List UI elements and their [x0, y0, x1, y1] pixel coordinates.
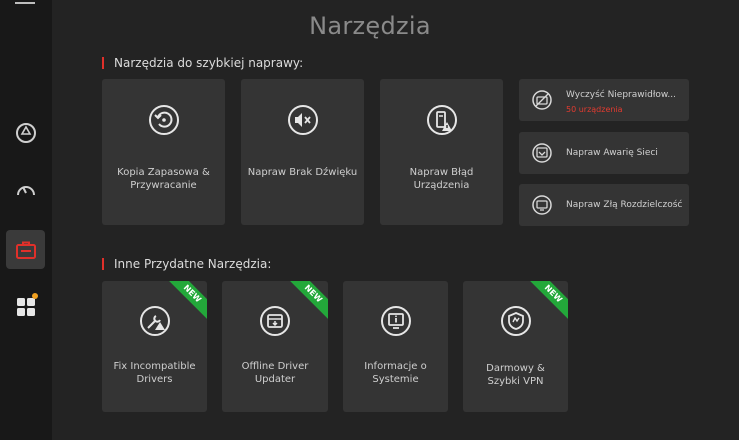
tool-card-label: Wyczyść Nieprawidłow... — [566, 90, 677, 100]
section-title-quick-fix: Narzędzia do szybkiej naprawy: — [102, 57, 303, 69]
tool-card-label: Fix Incompatible Drivers — [113, 361, 196, 385]
sidebar — [0, 0, 52, 440]
network-icon — [532, 143, 552, 163]
tool-card-device-error[interactable]: Napraw Błąd Urządzenia — [380, 79, 503, 225]
tool-card-label: Napraw Złą Rozdzielczość — [566, 200, 683, 210]
tool-card-invalid-devices[interactable]: Wyczyść Nieprawidłow... 50 urządzenia — [519, 79, 689, 121]
toolbox-icon — [15, 241, 36, 259]
system-info-icon — [380, 305, 412, 341]
invalid-device-icon — [532, 90, 552, 110]
sidebar-item-tools[interactable] — [6, 230, 45, 269]
scan-icon — [15, 122, 36, 143]
tool-card-system-info[interactable]: Informacje o Systemie — [343, 281, 448, 412]
wrench-warning-icon — [139, 305, 171, 341]
tool-card-backup[interactable]: Kopia Zapasowa & Przywracanie — [102, 79, 225, 225]
tool-card-network[interactable]: Napraw Awarię Sieci — [519, 132, 689, 174]
tool-card-label: Napraw Brak Dźwięku — [247, 167, 358, 178]
section-title-other-tools: Inne Przydatne Narzędzia: — [102, 258, 271, 270]
resolution-icon — [532, 195, 552, 215]
tool-card-no-sound[interactable]: Napraw Brak Dźwięku — [241, 79, 364, 225]
menu-icon[interactable] — [15, 0, 35, 4]
device-error-icon — [426, 104, 458, 140]
tool-card-label: Informacje o Systemie — [364, 361, 427, 385]
tool-card-label: Offline Driver Updater — [241, 361, 309, 385]
notification-dot — [32, 293, 38, 299]
sidebar-item-performance[interactable] — [6, 170, 45, 209]
tool-card-resolution[interactable]: Napraw Złą Rozdzielczość — [519, 184, 689, 226]
tool-card-label: Napraw Błąd Urządzenia — [409, 167, 474, 191]
speaker-mute-icon — [287, 104, 319, 140]
vpn-shield-icon — [500, 305, 532, 341]
tool-card-incompatible-drivers[interactable]: NEW Fix Incompatible Drivers — [102, 281, 207, 412]
tool-card-label: Darmowy & Szybki VPN — [486, 363, 545, 387]
tool-card-offline-updater[interactable]: NEW Offline Driver Updater — [222, 281, 328, 412]
speedometer-icon — [16, 185, 35, 195]
device-count: 50 urządzenia — [566, 105, 623, 114]
offline-updater-icon — [259, 305, 291, 341]
sidebar-item-scan[interactable] — [6, 113, 45, 152]
backup-restore-icon — [148, 104, 180, 140]
tool-card-label: Kopia Zapasowa & Przywracanie — [117, 167, 210, 191]
tool-card-label: Napraw Awarię Sieci — [566, 148, 658, 158]
sidebar-item-more[interactable] — [6, 287, 45, 326]
page-title: Narzędzia — [309, 12, 431, 40]
new-badge: NEW — [284, 281, 328, 323]
tool-card-vpn[interactable]: NEW Darmowy & Szybki VPN — [463, 281, 568, 412]
